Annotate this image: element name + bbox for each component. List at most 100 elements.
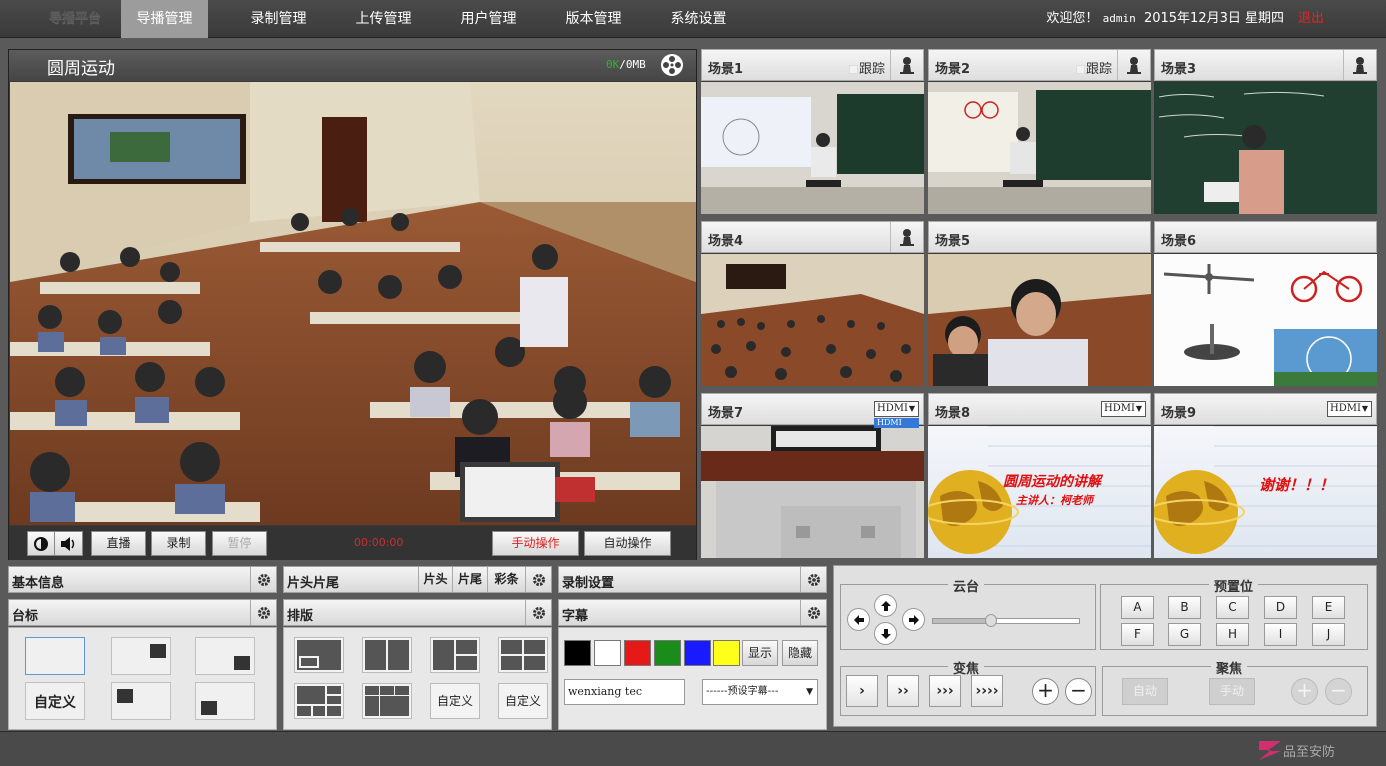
preset-c-button[interactable]: C [1216, 596, 1249, 619]
zoom-speed-3-button[interactable]: ››› [929, 675, 961, 707]
focus-minus-button[interactable]: − [1325, 678, 1352, 705]
layout-four-split[interactable] [498, 637, 548, 673]
station-logo-header[interactable]: 台标 [8, 599, 277, 626]
gear-icon[interactable] [250, 567, 276, 592]
basic-info-header[interactable]: 基本信息 [8, 566, 277, 593]
station-logo-options: 自定义 [8, 627, 277, 730]
record-settings-header[interactable]: 录制设置 [558, 566, 827, 593]
subtitle-hide-button[interactable]: 隐藏 [782, 640, 818, 666]
scene-1[interactable]: 场景1 跟踪 [701, 49, 924, 214]
arrow-up-icon[interactable] [874, 594, 897, 617]
logo-position-bottom-right[interactable] [195, 637, 255, 675]
zoom-speed-2-button[interactable]: ›› [887, 675, 919, 707]
focus-auto-button[interactable]: 自动 [1122, 678, 1168, 705]
preset-g-button[interactable]: G [1168, 623, 1201, 646]
source-select[interactable]: HDMI [1327, 401, 1372, 417]
arrow-down-icon[interactable] [874, 622, 897, 645]
zoom-speed-4-button[interactable]: ›››› [971, 675, 1003, 707]
pause-button[interactable]: 暂停 [212, 531, 267, 556]
person-tracking-icon[interactable] [890, 222, 923, 252]
gear-icon[interactable] [525, 567, 551, 592]
scene-2[interactable]: 场景2 跟踪 [928, 49, 1151, 214]
zoom-in-button[interactable]: + [1032, 678, 1059, 705]
preset-a-button[interactable]: A [1121, 596, 1154, 619]
track-checkbox[interactable]: 跟踪 [1075, 58, 1112, 77]
user-info: 欢迎您！ admin 2015年12月3日 星期四 [1046, 0, 1284, 38]
preset-e-button[interactable]: E [1312, 596, 1345, 619]
nav-item-director[interactable]: 导播管理 [121, 0, 208, 38]
layout-header[interactable]: 排版 [283, 599, 552, 626]
subtitle-color-blue[interactable] [684, 640, 711, 666]
manual-mode-button[interactable]: 手动操作 [492, 531, 579, 556]
scene-3[interactable]: 场景3 [1154, 49, 1377, 214]
logo-position-bottom-left[interactable] [195, 682, 255, 720]
scene-4[interactable]: 场景4 [701, 221, 924, 386]
person-tracking-icon[interactable] [1343, 50, 1376, 80]
volume-icon[interactable] [55, 532, 82, 555]
layout-three-split[interactable] [430, 637, 480, 673]
auto-mode-button[interactable]: 自动操作 [584, 531, 671, 556]
colorbar-tab[interactable]: 彩条 [487, 567, 525, 592]
subtitle-color-red[interactable] [624, 640, 651, 666]
nav-item-version[interactable]: 版本管理 [541, 0, 646, 38]
logout-link[interactable]: 退出 [1298, 0, 1324, 38]
logo-position-top-right[interactable] [111, 637, 171, 675]
layout-pip[interactable] [294, 637, 344, 673]
scene-6[interactable]: 场景6 [1154, 221, 1377, 386]
subtitle-header[interactable]: 字幕 [558, 599, 827, 626]
zoom-out-button[interactable]: − [1065, 678, 1092, 705]
nav-item-settings[interactable]: 系统设置 [646, 0, 751, 38]
zoom-speed-1-button[interactable]: › [846, 675, 878, 707]
nav-item-recording[interactable]: 录制管理 [226, 0, 331, 38]
subtitle-color-green[interactable] [654, 640, 681, 666]
arrow-right-icon[interactable] [902, 608, 925, 631]
live-button[interactable]: 直播 [91, 531, 146, 556]
logo-position-none[interactable] [25, 637, 85, 675]
preset-d-button[interactable]: D [1264, 596, 1297, 619]
head-tab[interactable]: 片头 [418, 567, 452, 592]
source-select[interactable]: HDMI [874, 401, 919, 417]
subtitle-color-yellow[interactable] [713, 640, 740, 666]
scene-9[interactable]: 场景9 HDMI 谢谢！！！ [1154, 393, 1377, 558]
scene-1-header: 场景1 跟踪 [701, 49, 924, 81]
arrow-left-icon[interactable] [847, 608, 870, 631]
ptz-speed-slider[interactable] [932, 614, 1080, 627]
scene-5[interactable]: 场景5 [928, 221, 1151, 386]
film-reel-icon[interactable] [660, 53, 684, 77]
scene-8[interactable]: 场景8 HDMI 圆周运动的讲解 主讲人：柯老师 [928, 393, 1151, 558]
tail-tab[interactable]: 片尾 [452, 567, 487, 592]
nav-item-users[interactable]: 用户管理 [436, 0, 541, 38]
preset-i-button[interactable]: I [1264, 623, 1297, 646]
gear-icon[interactable] [800, 600, 826, 625]
layout-two-split[interactable] [362, 637, 412, 673]
nav-item-upload[interactable]: 上传管理 [331, 0, 436, 38]
preset-j-button[interactable]: J [1312, 623, 1345, 646]
focus-manual-button[interactable]: 手动 [1209, 678, 1255, 705]
record-button[interactable]: 录制 [151, 531, 206, 556]
subtitle-color-white[interactable] [594, 640, 621, 666]
logo-position-top-left[interactable] [111, 682, 171, 720]
subtitle-show-button[interactable]: 显示 [742, 640, 778, 666]
subtitle-color-black[interactable] [564, 640, 591, 666]
gear-icon[interactable] [525, 600, 551, 625]
person-tracking-icon[interactable] [890, 50, 923, 80]
preset-f-button[interactable]: F [1121, 623, 1154, 646]
layout-custom-1[interactable]: 自定义 [430, 683, 480, 719]
layout-custom-2[interactable]: 自定义 [498, 683, 548, 719]
gear-icon[interactable] [800, 567, 826, 592]
person-tracking-icon[interactable] [1117, 50, 1150, 80]
source-dropdown-option[interactable]: HDMI [874, 418, 919, 428]
preset-b-button[interactable]: B [1168, 596, 1201, 619]
subtitle-preset-select[interactable]: ------预设字幕--- ▼ [702, 679, 818, 705]
focus-plus-button[interactable]: + [1291, 678, 1318, 705]
track-checkbox[interactable]: 跟踪 [848, 58, 885, 77]
brightness-icon[interactable] [28, 532, 55, 555]
preset-h-button[interactable]: H [1216, 623, 1249, 646]
source-select[interactable]: HDMI [1101, 401, 1146, 417]
layout-six-split[interactable] [362, 683, 412, 719]
layout-five-split[interactable] [294, 683, 344, 719]
subtitle-text-input[interactable]: wenxiang tec [564, 679, 685, 705]
top-nav-bar: 导播平台 导播管理 录制管理 上传管理 用户管理 版本管理 系统设置 欢迎您！ … [0, 0, 1386, 38]
gear-icon[interactable] [250, 600, 276, 625]
logo-custom-button[interactable]: 自定义 [25, 682, 85, 720]
